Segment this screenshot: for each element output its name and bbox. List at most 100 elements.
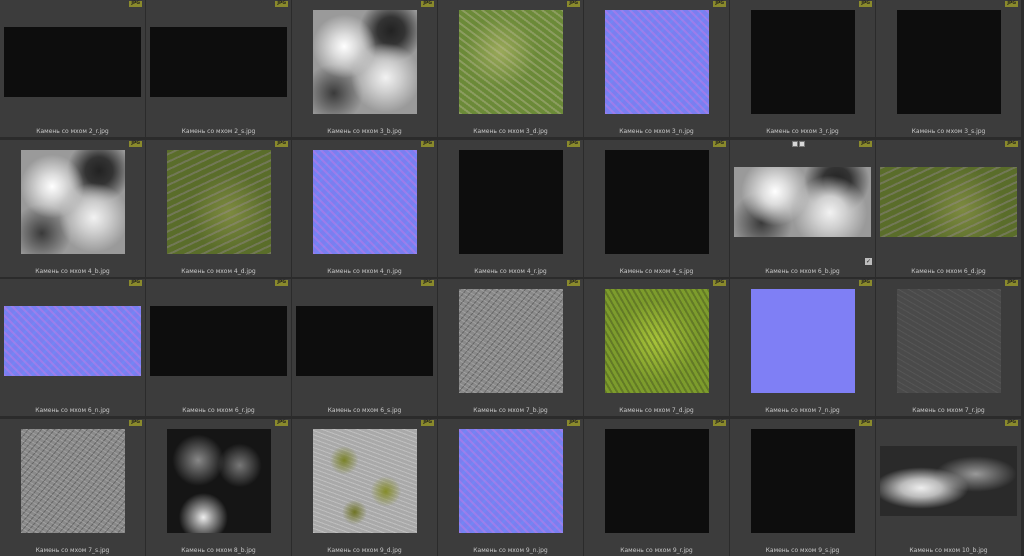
texture-filename: Камень со мхом 6_b.jpg [765, 268, 840, 275]
file-type-badge: JPG [567, 141, 580, 147]
file-type-badge: JPG [129, 141, 142, 147]
texture-tile[interactable]: JPG Камень со мхом 7_b.jpg [438, 279, 583, 416]
texture-thumbnail [459, 150, 563, 254]
texture-filename: Камень со мхом 6_s.jpg [327, 407, 402, 414]
texture-tile[interactable]: JPG Камень со мхом 7_s.jpg [0, 419, 145, 556]
file-type-badge: JPG [1005, 280, 1018, 286]
file-type-badge: JPG [1005, 1, 1018, 7]
file-type-badge: JPG [859, 1, 872, 7]
texture-tile[interactable]: JPG Камень со мхом 7_d.jpg [584, 279, 729, 416]
texture-filename: Камень со мхом 2_s.jpg [181, 128, 256, 135]
texture-tile[interactable]: JPG Камень со мхом 3_n.jpg [584, 0, 729, 137]
selected-check-icon[interactable]: ✓ [865, 258, 872, 265]
edit-icon[interactable] [799, 141, 805, 147]
texture-filename: Камень со мхом 3_d.jpg [473, 128, 548, 135]
file-type-badge: JPG [713, 420, 726, 426]
texture-filename: Камень со мхом 7_b.jpg [473, 407, 548, 414]
file-type-badge: JPG [713, 141, 726, 147]
texture-filename: Камень со мхом 4_r.jpg [474, 268, 547, 275]
texture-tile[interactable]: JPG Камень со мхом 6_n.jpg [0, 279, 145, 416]
texture-thumbnail [751, 289, 855, 393]
texture-filename: Камень со мхом 7_s.jpg [35, 547, 110, 554]
texture-thumbnail [21, 150, 125, 254]
texture-filename: Камень со мхом 4_s.jpg [619, 268, 694, 275]
texture-filename: Камень со мхом 3_n.jpg [619, 128, 694, 135]
texture-thumbnail [313, 10, 417, 114]
texture-thumbnail [751, 10, 855, 114]
file-type-badge: JPG [1005, 420, 1018, 426]
texture-tile[interactable]: JPG Камень со мхом 7_r.jpg [876, 279, 1021, 416]
texture-tile[interactable]: JPG Камень со мхом 4_d.jpg [146, 140, 291, 277]
texture-thumbnail [897, 289, 1001, 393]
texture-tile[interactable]: JPG Камень со мхом 10_b.jpg [876, 419, 1021, 556]
texture-filename: Камень со мхом 9_n.jpg [473, 547, 548, 554]
file-type-badge: JPG [129, 420, 142, 426]
texture-thumbnail [605, 429, 709, 533]
tile-action-icons [792, 141, 805, 147]
texture-thumbnail [4, 306, 141, 376]
file-type-badge: JPG [1005, 141, 1018, 147]
texture-thumbnail [605, 289, 709, 393]
texture-tile[interactable]: JPG Камень со мхом 3_s.jpg [876, 0, 1021, 137]
texture-thumbnail [21, 429, 125, 533]
file-type-badge: JPG [421, 420, 434, 426]
file-type-badge: JPG [421, 1, 434, 7]
texture-thumbnail [296, 306, 433, 376]
texture-tile[interactable]: JPG Камень со мхом 6_s.jpg [292, 279, 437, 416]
file-type-badge: JPG [421, 280, 434, 286]
file-type-badge: JPG [275, 141, 288, 147]
texture-thumbnail [150, 27, 287, 97]
texture-thumbnail [313, 150, 417, 254]
texture-tile[interactable]: JPG Камень со мхом 2_s.jpg [146, 0, 291, 137]
texture-filename: Камень со мхом 4_d.jpg [181, 268, 256, 275]
texture-tile[interactable]: JPG Камень со мхом 6_r.jpg [146, 279, 291, 416]
file-type-badge: JPG [859, 280, 872, 286]
texture-thumbnail [605, 150, 709, 254]
file-type-badge: JPG [859, 420, 872, 426]
texture-filename: Камень со мхом 3_s.jpg [911, 128, 986, 135]
texture-thumbnail [167, 150, 271, 254]
texture-tile[interactable]: JPG Камень со мхом 3_b.jpg [292, 0, 437, 137]
texture-filename: Камень со мхом 6_n.jpg [35, 407, 110, 414]
texture-tile[interactable]: JPG Камень со мхом 8_b.jpg [146, 419, 291, 556]
texture-tile[interactable]: JPG Камень со мхом 6_d.jpg [876, 140, 1021, 277]
texture-filename: Камень со мхом 3_r.jpg [766, 128, 839, 135]
texture-tile[interactable]: JPG Камень со мхом 9_d.jpg [292, 419, 437, 556]
texture-thumbnail [313, 429, 417, 533]
file-type-badge: JPG [567, 280, 580, 286]
texture-filename: Камень со мхом 9_r.jpg [620, 547, 693, 554]
texture-thumbnail [897, 10, 1001, 114]
texture-thumbnail [459, 289, 563, 393]
texture-thumbnail [4, 27, 141, 97]
texture-tile[interactable]: JPG Камень со мхом 9_s.jpg [730, 419, 875, 556]
texture-tile[interactable]: JPG Камень со мхом 4_r.jpg [438, 140, 583, 277]
texture-tile[interactable]: JPG Камень со мхом 4_s.jpg [584, 140, 729, 277]
file-type-badge: JPG [129, 280, 142, 286]
file-type-badge: JPG [421, 141, 434, 147]
texture-tile[interactable]: JPG Камень со мхом 9_r.jpg [584, 419, 729, 556]
texture-tile[interactable]: JPG Камень со мхом 3_d.jpg [438, 0, 583, 137]
texture-filename: Камень со мхом 10_b.jpg [909, 547, 988, 554]
texture-filename: Камень со мхом 2_r.jpg [36, 128, 109, 135]
texture-thumbnail [751, 429, 855, 533]
texture-thumbnail [459, 10, 563, 114]
texture-tile[interactable]: JPG Камень со мхом 3_r.jpg [730, 0, 875, 137]
texture-tile[interactable]: JPG Камень со мхом 9_n.jpg [438, 419, 583, 556]
file-type-badge: JPG [859, 141, 872, 147]
file-type-badge: JPG [275, 1, 288, 7]
texture-tile[interactable]: JPG Камень со мхом 4_n.jpg [292, 140, 437, 277]
texture-tile[interactable]: JPG Камень со мхом 4_b.jpg [0, 140, 145, 277]
texture-filename: Камень со мхом 6_d.jpg [911, 268, 986, 275]
texture-filename: Камень со мхом 4_b.jpg [35, 268, 110, 275]
texture-filename: Камень со мхом 8_b.jpg [181, 547, 256, 554]
texture-thumbnail [150, 306, 287, 376]
texture-filename: Камень со мхом 7_d.jpg [619, 407, 694, 414]
file-type-badge: JPG [275, 420, 288, 426]
texture-thumbnail [459, 429, 563, 533]
texture-tile[interactable]: JPG Камень со мхом 7_n.jpg [730, 279, 875, 416]
view-icon[interactable] [792, 141, 798, 147]
texture-filename: Камень со мхом 9_s.jpg [765, 547, 840, 554]
texture-tile[interactable]: JPG Камень со мхом 6_b.jpg ✓ [730, 140, 875, 277]
texture-tile[interactable]: JPG Камень со мхом 2_r.jpg [0, 0, 145, 137]
texture-filename: Камень со мхом 3_b.jpg [327, 128, 402, 135]
